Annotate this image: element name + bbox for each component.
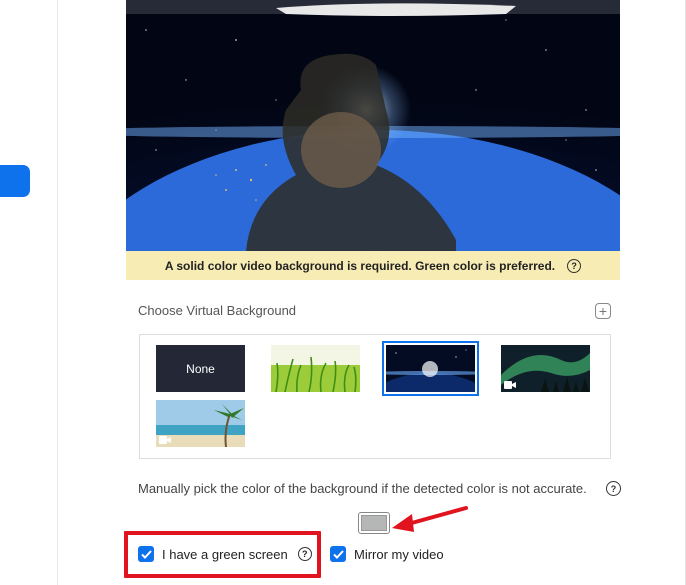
video-preview [126, 0, 620, 251]
checkmark-icon [140, 549, 152, 559]
checkmark-icon [332, 549, 344, 559]
question-circle-icon[interactable]: ? [606, 481, 621, 496]
warning-text: A solid color video background is requir… [164, 258, 556, 273]
sidebar-item-background-active[interactable] [0, 165, 30, 197]
mirror-video-option[interactable]: Mirror my video [330, 546, 444, 562]
green-screen-label: I have a green screen [162, 546, 288, 562]
green-screen-checkbox[interactable] [138, 546, 154, 562]
video-camera-icon [504, 381, 516, 389]
plus-icon[interactable]: + [595, 303, 611, 319]
choose-virtual-background-label: Choose Virtual Background [138, 303, 297, 318]
mirror-video-label: Mirror my video [354, 546, 444, 562]
background-earth-space[interactable] [382, 341, 479, 396]
background-grass[interactable] [271, 345, 360, 392]
green-screen-option[interactable]: I have a green screen ? [138, 546, 312, 562]
mirror-video-checkbox[interactable] [330, 546, 346, 562]
background-color-swatch[interactable] [358, 512, 390, 534]
grass-image [271, 345, 360, 392]
background-aurora[interactable] [501, 345, 590, 392]
earth-space-image [386, 345, 475, 392]
background-none[interactable]: None [156, 345, 245, 392]
background-none-label: None [186, 361, 215, 376]
swatch-color [361, 515, 387, 531]
settings-window: A solid color video background is requir… [0, 0, 686, 585]
green-screen-warning: A solid color video background is requir… [126, 251, 620, 280]
earth-space-background [126, 0, 620, 251]
video-camera-icon [159, 436, 171, 444]
question-circle-icon[interactable]: ? [567, 258, 582, 273]
manual-color-text: Manually pick the color of the backgroun… [138, 481, 587, 496]
sidebar-divider [57, 0, 58, 585]
background-beach[interactable] [156, 400, 245, 447]
red-arrow-annotation [392, 506, 468, 532]
background-gallery: None [139, 334, 611, 459]
question-circle-icon[interactable]: ? [297, 547, 312, 561]
